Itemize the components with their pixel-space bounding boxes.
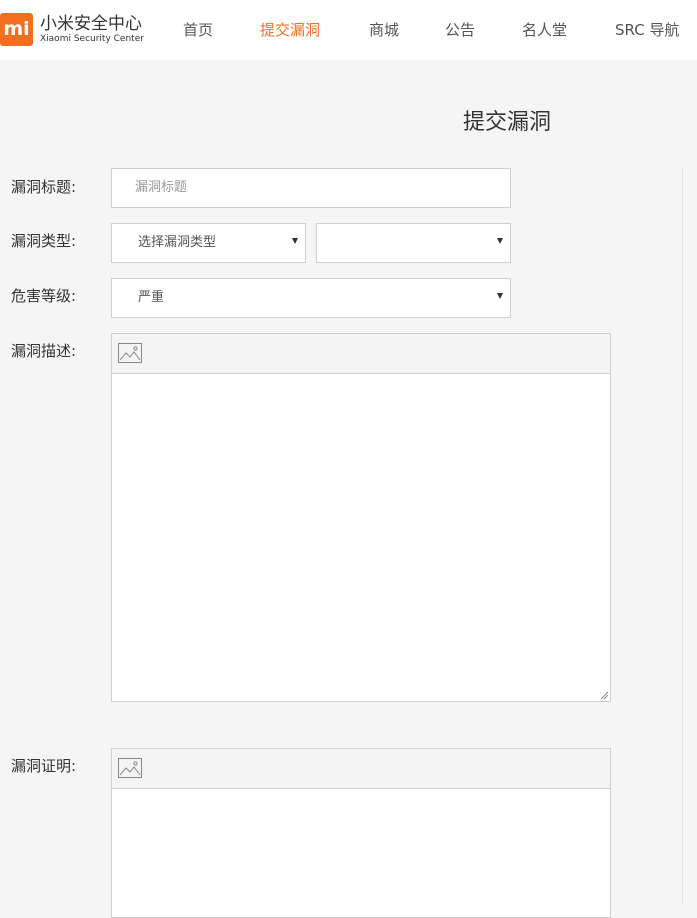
logo-title-en: Xiaomi Security Center xyxy=(40,34,144,44)
nav-src-navigation[interactable]: SRC 导航 xyxy=(615,20,679,40)
xiaomi-logo-icon[interactable]: mi xyxy=(0,13,33,46)
vuln-subtype-select[interactable] xyxy=(316,223,511,263)
vuln-type-value: 选择漏洞类型 xyxy=(138,235,217,250)
severity-value: 严重 xyxy=(138,290,165,305)
nav-home[interactable]: 首页 xyxy=(183,20,213,40)
editor-toolbar xyxy=(112,334,610,374)
caret-down-icon xyxy=(292,238,298,244)
resize-handle-icon[interactable] xyxy=(600,691,609,700)
nav-announcements[interactable]: 公告 xyxy=(445,20,475,40)
vuln-title-input[interactable]: 漏洞标题 xyxy=(111,168,511,208)
description-label: 漏洞描述: xyxy=(11,342,77,360)
nav-shop[interactable]: 商城 xyxy=(369,20,399,40)
proof-textarea[interactable] xyxy=(112,789,610,917)
severity-label: 危害等级: xyxy=(11,287,77,305)
page-title: 提交漏洞 xyxy=(463,110,552,135)
caret-down-icon xyxy=(497,238,503,244)
caret-down-icon xyxy=(497,293,503,299)
description-textarea[interactable] xyxy=(112,374,610,701)
image-icon[interactable] xyxy=(118,343,142,363)
nav-submit-vuln[interactable]: 提交漏洞 xyxy=(260,20,320,40)
nav-hall-of-fame[interactable]: 名人堂 xyxy=(522,20,567,40)
editor-toolbar xyxy=(112,749,610,789)
description-editor xyxy=(111,333,611,702)
top-header: mi 小米安全中心 Xiaomi Security Center 首页 提交漏洞… xyxy=(0,0,697,60)
proof-label: 漏洞证明: xyxy=(11,757,77,775)
vuln-title-placeholder: 漏洞标题 xyxy=(135,180,188,195)
vuln-type-label: 漏洞类型: xyxy=(11,232,77,250)
vuln-title-label: 漏洞标题: xyxy=(11,178,77,196)
vuln-type-select[interactable]: 选择漏洞类型 xyxy=(111,223,306,263)
logo-title-cn: 小米安全中心 xyxy=(40,14,142,34)
image-icon[interactable] xyxy=(118,758,142,778)
severity-select[interactable]: 严重 xyxy=(111,278,511,318)
divider xyxy=(682,168,683,904)
proof-editor xyxy=(111,748,611,918)
